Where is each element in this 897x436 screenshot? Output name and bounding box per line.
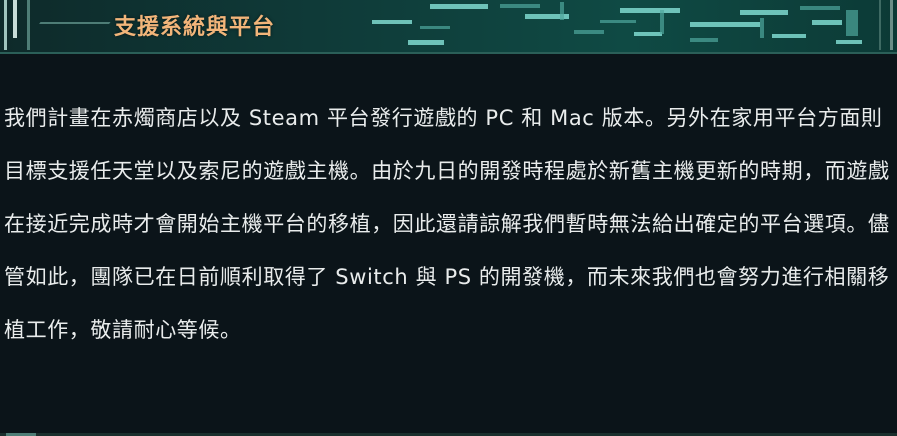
section-title: 支援系統與平台: [114, 15, 276, 40]
header-slant-ornament: [19, 22, 111, 52]
header-right-bracket-ornament: [879, 0, 893, 50]
section-header: 支援系統與平台: [0, 0, 897, 54]
platform-support-paragraph: 我們計畫在赤燭商店以及 Steam 平台發行遊戲的 PC 和 Mac 版本。另外…: [4, 106, 890, 342]
